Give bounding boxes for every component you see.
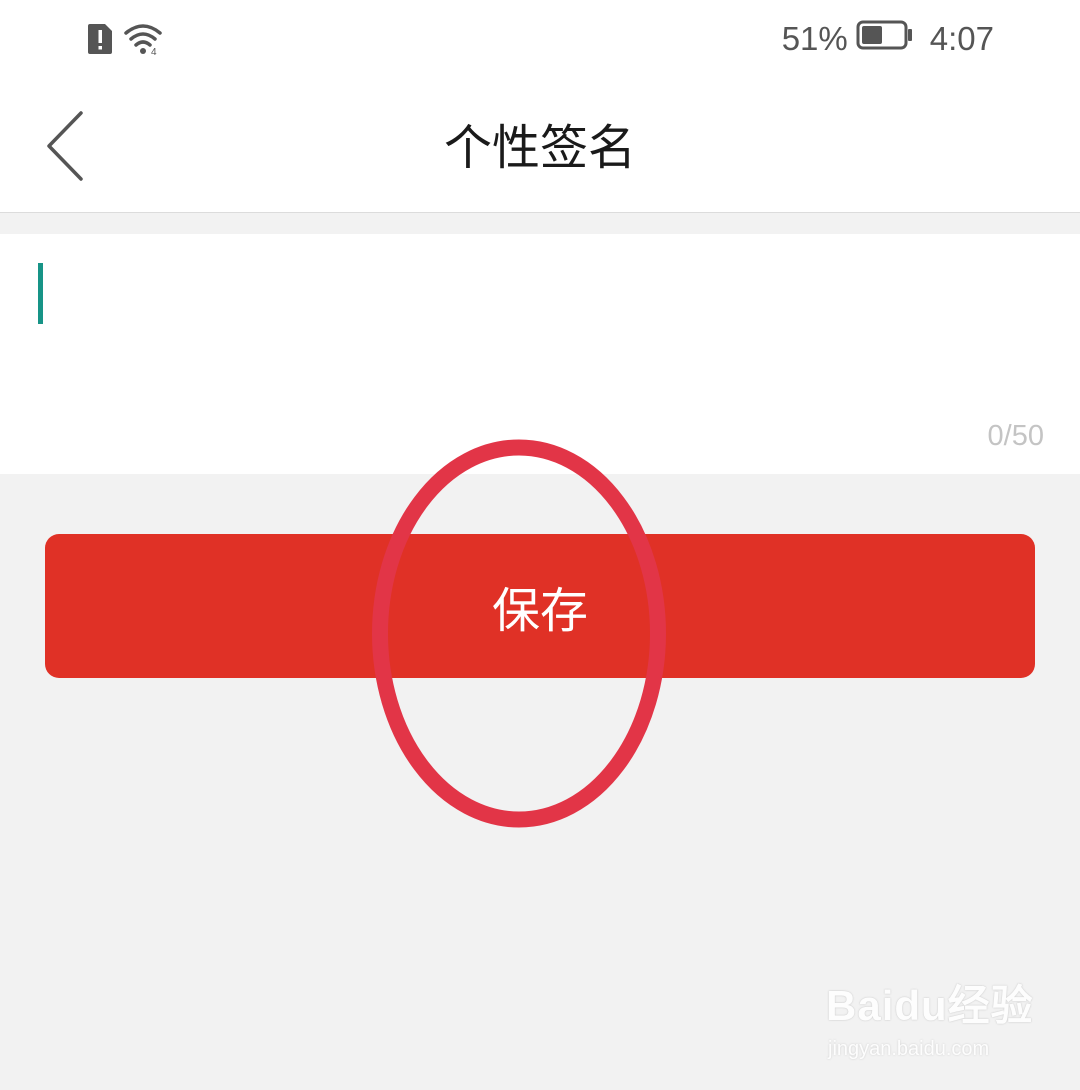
battery-icon <box>856 20 914 58</box>
watermark: Baidu经验 jingyan.baidu.com <box>826 972 1036 1072</box>
text-caret <box>38 263 43 324</box>
clock: 4:07 <box>929 20 994 57</box>
wifi-icon: 4 <box>124 22 164 60</box>
status-right: 51% 4:07 <box>782 20 994 58</box>
status-left-icons: 4 <box>86 22 164 60</box>
back-button[interactable] <box>30 106 100 190</box>
save-button[interactable]: 保存 <box>45 534 1035 678</box>
status-bar: 4 51% 4:07 <box>0 0 1080 84</box>
page-title: 个性签名 <box>443 120 636 176</box>
char-counter: 0/50 <box>987 420 1044 452</box>
watermark-url: jingyan.baidu.com <box>828 1038 990 1060</box>
signature-editor: 0/50 <box>0 234 1080 474</box>
sim-alert-icon <box>86 22 114 60</box>
chevron-left-icon <box>43 110 87 186</box>
battery-percent: 51% <box>781 20 848 57</box>
signature-input[interactable] <box>36 260 1036 410</box>
save-button-label: 保存 <box>491 583 588 639</box>
baidu-jingyan-logo: Baidu经验 <box>826 982 1034 1029</box>
svg-text:4: 4 <box>151 47 157 56</box>
nav-bar: 个性签名 <box>0 84 1080 213</box>
